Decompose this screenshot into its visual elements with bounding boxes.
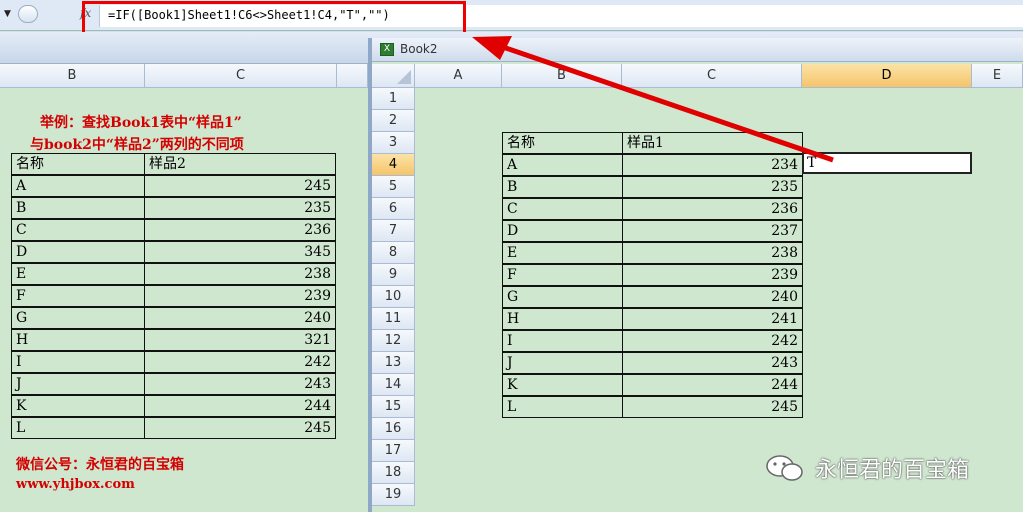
column-header-c[interactable]: C xyxy=(622,64,802,88)
table-cell-value[interactable]: 244 xyxy=(144,395,336,417)
column-header-b[interactable]: B xyxy=(0,64,145,88)
row-header[interactable]: 16 xyxy=(372,418,415,440)
table-cell-value[interactable]: 243 xyxy=(622,352,803,374)
table-cell-name[interactable]: K xyxy=(502,374,623,396)
table-cell-value[interactable]: 236 xyxy=(622,198,803,220)
table-cell-value[interactable]: 245 xyxy=(144,417,336,439)
table-cell-value[interactable]: 244 xyxy=(622,374,803,396)
column-header-d[interactable]: D xyxy=(802,64,972,88)
column-header-e[interactable]: E xyxy=(972,64,1023,88)
example-note-line2: 与book2中“样品2”两列的不同项 xyxy=(30,137,244,153)
table-cell-name[interactable]: G xyxy=(11,307,145,329)
row-header[interactable]: 10 xyxy=(372,286,415,308)
table-cell-value[interactable]: 236 xyxy=(144,219,336,241)
table-cell-name[interactable]: K xyxy=(11,395,145,417)
watermark-text: 永恒君的百宝箱 xyxy=(815,458,970,483)
table-cell-value[interactable]: 240 xyxy=(622,286,803,308)
table-cell-value[interactable]: 239 xyxy=(622,264,803,286)
table-cell-name[interactable]: E xyxy=(502,242,623,264)
row-header[interactable]: 9 xyxy=(372,264,415,286)
table-cell-name[interactable]: A xyxy=(11,175,145,197)
table-cell-value[interactable]: 239 xyxy=(144,285,336,307)
book2-window: X Book2 A B C D E 1 2 3 4 5 6 7 8 9 10 11 12 13 14 15 1… xyxy=(368,38,1023,512)
table-header-sample[interactable]: 样品2 xyxy=(144,153,336,175)
table-cell-name[interactable]: G xyxy=(502,286,623,308)
column-header-blank[interactable] xyxy=(337,64,368,88)
table-cell-value[interactable]: 238 xyxy=(622,242,803,264)
row-header[interactable]: 5 xyxy=(372,176,415,198)
website-label: www.yhjbox.com xyxy=(16,477,135,492)
wechat-icon xyxy=(766,455,803,481)
row-header[interactable]: 18 xyxy=(372,462,415,484)
row-header[interactable]: 4 xyxy=(372,154,415,176)
row-header[interactable]: 19 xyxy=(372,484,415,506)
table-cell-name[interactable]: F xyxy=(502,264,623,286)
book2-titlebar[interactable]: X Book2 xyxy=(372,38,1023,62)
selected-cell-d4[interactable]: T xyxy=(802,152,972,174)
table-cell-name[interactable]: E xyxy=(11,263,145,285)
table-cell-value[interactable]: 245 xyxy=(144,175,336,197)
row-header[interactable]: 8 xyxy=(372,242,415,264)
cancel-icon[interactable] xyxy=(18,5,38,23)
table-cell-value[interactable]: 235 xyxy=(144,197,336,219)
table-cell-value[interactable]: 242 xyxy=(622,330,803,352)
table-cell-name[interactable]: C xyxy=(11,219,145,241)
table-cell-value[interactable]: 240 xyxy=(144,307,336,329)
table-header-name[interactable]: 名称 xyxy=(11,153,145,175)
column-header-a[interactable]: A xyxy=(415,64,502,88)
window-title: Book2 xyxy=(400,42,438,56)
table-cell-value[interactable]: 235 xyxy=(622,176,803,198)
wechat-label: 微信公号：永恒君的百宝箱 xyxy=(16,457,184,473)
watermark: 永恒君的百宝箱 xyxy=(765,450,1005,484)
namebox-dropdown-icon[interactable]: ▼ xyxy=(4,9,11,19)
row-header[interactable]: 17 xyxy=(372,440,415,462)
row-header[interactable]: 2 xyxy=(372,110,415,132)
row-header[interactable]: 3 xyxy=(372,132,415,154)
table-cell-name[interactable]: B xyxy=(11,197,145,219)
table-cell-name[interactable]: L xyxy=(11,417,145,439)
row-header[interactable]: 13 xyxy=(372,352,415,374)
book1-pane: B C 举例：查找Book1表中“样品1” 与book2中“样品2”两列的不同项… xyxy=(0,64,368,512)
table-cell-name[interactable]: C xyxy=(502,198,623,220)
table-cell-name[interactable]: A xyxy=(502,154,623,176)
row-header[interactable]: 12 xyxy=(372,330,415,352)
example-note-line1: 举例：查找Book1表中“样品1” xyxy=(40,115,242,131)
table-header-name[interactable]: 名称 xyxy=(502,132,623,154)
table-cell-name[interactable]: H xyxy=(11,329,145,351)
table-cell-name[interactable]: I xyxy=(502,330,623,352)
table-cell-name[interactable]: B xyxy=(502,176,623,198)
row-header[interactable]: 14 xyxy=(372,374,415,396)
excel-icon: X xyxy=(380,43,394,56)
row-header[interactable]: 6 xyxy=(372,198,415,220)
column-header-b[interactable]: B xyxy=(502,64,622,88)
row-header[interactable]: 15 xyxy=(372,396,415,418)
table-cell-name[interactable]: I xyxy=(11,351,145,373)
table-cell-value[interactable]: 238 xyxy=(144,263,336,285)
table-cell-value[interactable]: 321 xyxy=(144,329,336,351)
table-cell-value[interactable]: 234 xyxy=(622,154,803,176)
column-header-c[interactable]: C xyxy=(145,64,337,88)
table-cell-name[interactable]: J xyxy=(502,352,623,374)
table-cell-name[interactable]: F xyxy=(11,285,145,307)
row-header[interactable]: 11 xyxy=(372,308,415,330)
table-cell-value[interactable]: 242 xyxy=(144,351,336,373)
table-cell-name[interactable]: D xyxy=(502,220,623,242)
table-cell-value[interactable]: 245 xyxy=(622,396,803,418)
table-cell-value[interactable]: 241 xyxy=(622,308,803,330)
table-cell-name[interactable]: J xyxy=(11,373,145,395)
row-header[interactable]: 1 xyxy=(372,88,415,110)
row-header[interactable]: 7 xyxy=(372,220,415,242)
table-cell-value[interactable]: 237 xyxy=(622,220,803,242)
table-cell-value[interactable]: 345 xyxy=(144,241,336,263)
table-cell-name[interactable]: H xyxy=(502,308,623,330)
table-header-sample[interactable]: 样品1 xyxy=(622,132,803,154)
table-cell-name[interactable]: L xyxy=(502,396,623,418)
table-cell-name[interactable]: D xyxy=(11,241,145,263)
table-cell-value[interactable]: 243 xyxy=(144,373,336,395)
select-all-corner[interactable] xyxy=(372,64,415,88)
